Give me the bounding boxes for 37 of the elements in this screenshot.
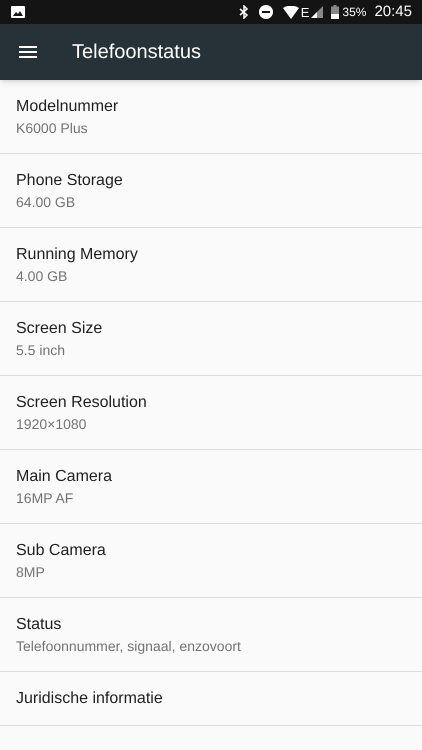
settings-item[interactable]: Juridische informatie [0, 672, 422, 726]
item-summary: K6000 Plus [16, 118, 89, 136]
battery-icon [331, 5, 340, 19]
settings-item[interactable]: Modelnummer K6000 Plus [0, 80, 422, 154]
item-summary: 8MP [16, 562, 46, 580]
item-title: Juridische informatie [16, 688, 164, 708]
bluetooth-icon [238, 5, 249, 19]
item-title: Modelnummer [16, 96, 120, 116]
settings-item[interactable]: Main Camera 16MP AF [0, 450, 422, 524]
item-title: Running Memory [16, 244, 139, 264]
item-title: Screen Size [16, 318, 104, 338]
settings-item[interactable]: Screen Resolution 1920×1080 [0, 376, 422, 450]
network-type-indicator: E [300, 6, 310, 18]
battery-percentage: 35% [342, 4, 366, 21]
settings-item[interactable]: Sub Camera 8MP [0, 524, 422, 598]
menu-icon[interactable] [19, 46, 37, 58]
item-summary: Telefoonnummer, signaal, enzovoort [16, 636, 242, 654]
screen-title: Telefoonstatus [72, 40, 201, 65]
item-title: Status [16, 614, 62, 634]
image-icon [10, 5, 26, 19]
item-summary: 1920×1080 [16, 414, 88, 432]
wifi-icon [282, 6, 299, 18]
item-summary: 5.5 inch [16, 340, 66, 358]
item-title: Screen Resolution [16, 392, 148, 412]
item-title: Sub Camera [16, 540, 107, 560]
item-title: Main Camera [16, 466, 114, 486]
clock: 20:45 [374, 2, 412, 22]
item-summary: 16MP AF [16, 488, 74, 506]
item-title: Phone Storage [16, 170, 124, 190]
settings-item[interactable]: Screen Size 5.5 inch [0, 302, 422, 376]
do-not-disturb-icon [258, 5, 273, 19]
item-summary: 64.00 GB [16, 192, 76, 210]
item-summary: 4.00 GB [16, 266, 68, 284]
settings-item[interactable]: Running Memory 4.00 GB [0, 228, 422, 302]
settings-item[interactable]: Phone Storage 64.00 GB [0, 154, 422, 228]
signal-icon [311, 6, 324, 18]
settings-item[interactable]: Status Telefoonnummer, signaal, enzovoort [0, 598, 422, 672]
